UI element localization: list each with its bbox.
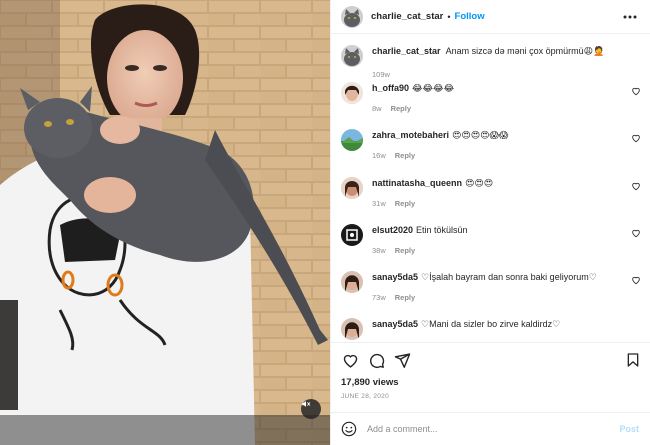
- comment-username-link[interactable]: nattinatasha_queenn: [372, 178, 462, 188]
- post-video[interactable]: [0, 0, 330, 445]
- comment-age: 31w: [372, 198, 386, 208]
- post-date: JUNE 28, 2020: [341, 393, 389, 400]
- comment-like-heart-icon[interactable]: [631, 228, 641, 238]
- commenter-avatar[interactable]: [341, 271, 363, 294]
- reply-button[interactable]: Reply: [395, 199, 415, 208]
- comment-age: 16w: [372, 151, 386, 161]
- commenter-avatar[interactable]: [341, 82, 363, 104]
- caption-avatar[interactable]: [341, 45, 363, 67]
- comment-like-heart-icon[interactable]: [631, 275, 641, 285]
- more-horizontal-icon: [623, 15, 637, 19]
- comment-like-heart-icon[interactable]: [631, 181, 641, 191]
- post-caption: charlie_cat_star Anam sizcə də məni çox …: [331, 35, 650, 82]
- caption-text: Anam sizcə də məni çox öpmürmü😩🤦: [445, 46, 605, 56]
- comment-item: h_offa90 😂😂😂😂 8w Reply: [331, 82, 650, 129]
- comment-username-link[interactable]: zahra_motebaheri: [372, 130, 449, 140]
- post-actions-section: 17,890 views JUNE 28, 2020: [331, 342, 650, 400]
- comment-like-heart-icon[interactable]: [631, 86, 641, 96]
- author-avatar[interactable]: [341, 5, 363, 28]
- bookmark-icon[interactable]: [625, 351, 641, 369]
- speaker-muted-icon: [302, 401, 311, 407]
- like-button[interactable]: [341, 351, 359, 369]
- separator-dot: •: [447, 11, 451, 22]
- video-frame: [0, 0, 330, 445]
- caption-username-link[interactable]: charlie_cat_star: [372, 46, 441, 56]
- caption-age: 109w: [372, 70, 390, 79]
- comment-text: ♡Mani da sizler bo zirve kaldirdz♡: [421, 319, 561, 330]
- heart-icon: [343, 354, 357, 368]
- comment-age: 38w: [372, 245, 386, 255]
- post-header: charlie_cat_star • Follow: [331, 0, 650, 34]
- reply-button[interactable]: Reply: [395, 151, 415, 160]
- comment-text: 😂😂😂😂: [412, 83, 455, 93]
- comment-username-link[interactable]: sanay5da5: [372, 272, 418, 282]
- post-side-panel: charlie_cat_star • Follow charlie_cat_st…: [330, 0, 650, 445]
- comment-username-link[interactable]: elsut2020: [372, 225, 413, 235]
- comment-icon: [369, 353, 384, 368]
- comment-text: ♡İşalah bayram dan sonra baki geliyorum♡: [421, 272, 597, 283]
- commenter-avatar[interactable]: [341, 129, 363, 152]
- comment-item: zahra_motebaheri 😍😍😍😍😱😱 16w Reply: [331, 129, 650, 176]
- comment-like-heart-icon[interactable]: [631, 133, 641, 143]
- action-bar: [331, 343, 650, 377]
- view-count[interactable]: 17,890 views: [331, 377, 650, 389]
- comment-item: nattinatasha_queenn 😍😍😍 31w Reply: [331, 176, 650, 224]
- comment-username-link[interactable]: sanay5da5: [372, 319, 418, 329]
- comment-text: Etin tökülsün: [416, 224, 468, 235]
- follow-button[interactable]: Follow: [455, 11, 485, 22]
- comment-age: 8w: [372, 104, 382, 113]
- paper-plane-icon: [394, 352, 410, 368]
- comment-item: elsut2020 Etin tökülsün 38w Reply: [331, 223, 650, 271]
- comments-list[interactable]: charlie_cat_star Anam sizcə də məni çox …: [331, 35, 650, 342]
- comment-username-link[interactable]: h_offa90: [372, 83, 409, 93]
- reply-button[interactable]: Reply: [391, 104, 411, 113]
- author-username-link[interactable]: charlie_cat_star: [371, 11, 443, 22]
- comment-age: 73w: [372, 293, 386, 303]
- comment-text: 😍😍😍😍😱😱: [452, 130, 509, 141]
- commenter-avatar[interactable]: [341, 318, 363, 341]
- commenter-avatar[interactable]: [341, 176, 363, 199]
- more-options-button[interactable]: [622, 10, 638, 24]
- comment-text: 😍😍😍: [465, 177, 494, 188]
- instagram-post-modal: charlie_cat_star • Follow charlie_cat_st…: [0, 0, 650, 445]
- add-comment-input[interactable]: [367, 424, 597, 434]
- comment-item: sanay5da5 ♡İşalah bayram dan sonra baki g…: [331, 271, 650, 318]
- comment-item: sanay5da5 ♡Mani da sizler bo zirve kaldir…: [331, 318, 650, 342]
- commenter-avatar[interactable]: [341, 223, 363, 246]
- post-comment-button[interactable]: Post: [619, 424, 639, 434]
- reply-button[interactable]: Reply: [395, 246, 415, 255]
- reply-button[interactable]: Reply: [395, 293, 415, 302]
- share-button[interactable]: [393, 351, 411, 369]
- comment-button[interactable]: [367, 351, 385, 369]
- emoji-icon[interactable]: [341, 421, 357, 437]
- mute-toggle-button[interactable]: [301, 399, 321, 419]
- add-comment-bar: Post: [331, 412, 650, 445]
